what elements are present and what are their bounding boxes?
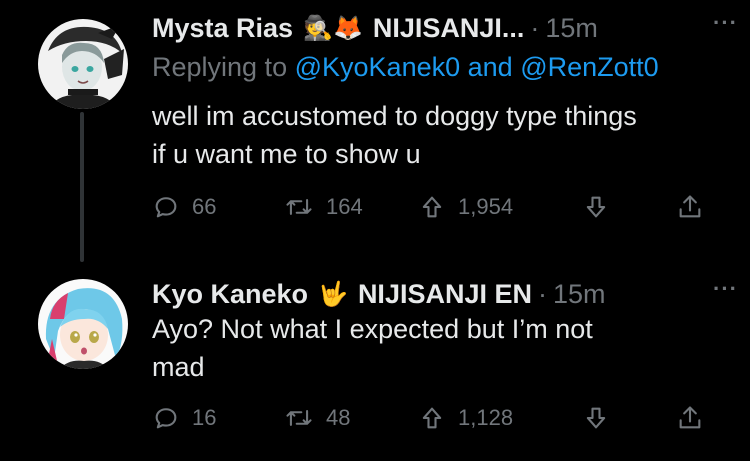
tweet-text-line: Ayo? Not what I expected but I’m not: [152, 314, 593, 344]
author-org[interactable]: NIJISANJI...: [373, 13, 525, 44]
tweet-kyo[interactable]: Kyo Kaneko 🤟 NIJISANJI EN · 15m ··· Ayo?…: [0, 262, 750, 461]
upvote-button[interactable]: 1,954: [418, 189, 513, 225]
share-icon: [679, 195, 701, 218]
tweet-text-line: if u want me to show u: [152, 139, 421, 169]
downvote-button[interactable]: [582, 189, 622, 225]
tweet-text-line: well im accustomed to doggy type things: [152, 101, 637, 131]
action-bar: 66 164 1,954: [152, 189, 712, 225]
upvote-count: 1,954: [458, 194, 514, 219]
tweet-text: well im accustomed to doggy type things …: [152, 97, 732, 173]
share-button[interactable]: [676, 189, 716, 225]
retweet-icon: [286, 199, 312, 215]
author-org[interactable]: NIJISANJI EN: [358, 279, 532, 310]
tweet-text: Ayo? Not what I expected but I’m not mad: [152, 310, 732, 386]
mention-link[interactable]: @RenZott0: [520, 52, 658, 82]
tweet-header: Mysta Rias 🕵🦊 NIJISANJI... · 15m: [152, 8, 730, 48]
tweet-text-line: mad: [152, 352, 205, 382]
retweet-count: 164: [326, 194, 363, 219]
timestamp[interactable]: 15m: [545, 13, 598, 44]
share-icon: [679, 406, 701, 429]
upvote-count: 1,128: [458, 405, 514, 430]
retweet-button[interactable]: 48: [284, 400, 350, 436]
arrow-down-icon: [586, 407, 606, 429]
timestamp[interactable]: 15m: [553, 279, 606, 310]
author-emojis: 🤟: [318, 280, 348, 308]
mention-link[interactable]: @KyoKanek0: [295, 52, 461, 82]
more-options-icon[interactable]: ···: [713, 276, 738, 302]
replying-prefix: Replying to: [152, 52, 288, 82]
tweet-mysta[interactable]: Mysta Rias 🕵🦊 NIJISANJI... · 15m ··· Rep…: [0, 0, 750, 262]
retweet-count: 48: [326, 405, 351, 430]
replying-to: Replying to @KyoKanek0 and @RenZott0: [152, 52, 659, 83]
action-bar: 16 48 1,128: [152, 400, 712, 436]
avatar-kyo[interactable]: [38, 279, 128, 369]
author-emojis: 🕵🦊: [303, 14, 363, 42]
avatar-mysta[interactable]: [38, 19, 128, 109]
reply-count: 66: [192, 194, 217, 219]
reply-icon: [155, 408, 177, 429]
separator-dot: ·: [530, 12, 540, 43]
downvote-button[interactable]: [582, 400, 622, 436]
separator-dot: ·: [538, 278, 547, 309]
retweet-icon: [286, 410, 312, 426]
upvote-button[interactable]: 1,128: [418, 400, 513, 436]
author-name[interactable]: Kyo Kaneko: [152, 279, 308, 310]
reply-count: 16: [192, 405, 217, 430]
arrow-up-icon: [422, 407, 442, 429]
author-name[interactable]: Mysta Rias: [152, 13, 293, 44]
share-button[interactable]: [676, 400, 716, 436]
reply-joiner: and: [467, 52, 513, 82]
reply-button[interactable]: 66: [152, 189, 216, 225]
thread-line: [80, 112, 84, 262]
more-options-icon[interactable]: ···: [713, 10, 738, 36]
arrow-up-icon: [422, 196, 442, 218]
retweet-button[interactable]: 164: [284, 189, 363, 225]
tweet-header: Kyo Kaneko 🤟 NIJISANJI EN · 15m: [152, 274, 730, 314]
reply-icon: [155, 197, 177, 218]
reply-button[interactable]: 16: [152, 400, 216, 436]
arrow-down-icon: [586, 196, 606, 218]
